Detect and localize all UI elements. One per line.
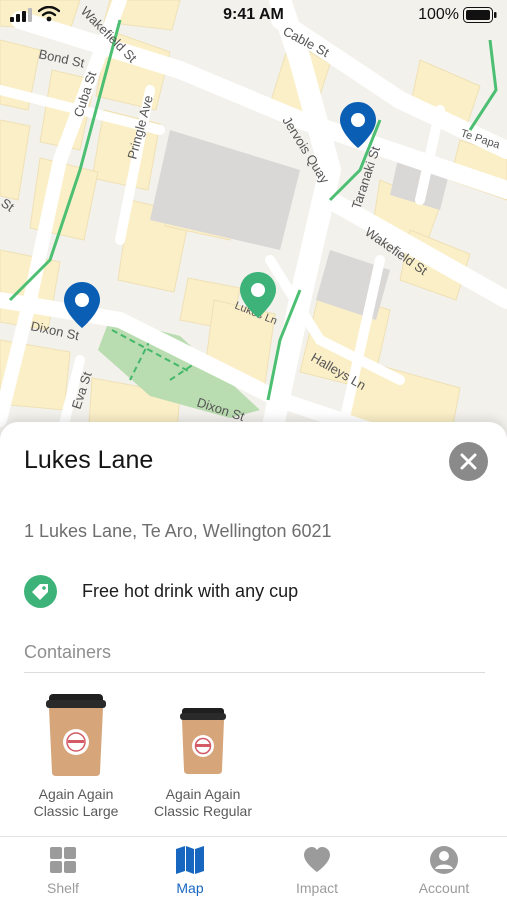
tab-bar: Shelf Map Impact Account xyxy=(0,836,507,900)
tab-label: Shelf xyxy=(47,880,79,896)
map-icon xyxy=(176,846,204,874)
battery-percentage: 100% xyxy=(418,6,459,23)
container-name: Again Again Classic Regular xyxy=(153,786,253,819)
location-address: 1 Lukes Lane, Te Aro, Wellington 6021 xyxy=(24,521,332,541)
battery-icon xyxy=(463,7,497,23)
tab-label: Impact xyxy=(295,880,338,896)
section-divider xyxy=(24,672,485,673)
container-item-classic-large[interactable]: Again Again Classic Large xyxy=(16,682,136,822)
tab-label: Map xyxy=(176,880,204,896)
location-detail-sheet: Lukes Lane 1 Lukes Lane, Te Aro, Welling… xyxy=(0,422,507,836)
container-item-classic-regular[interactable]: Again Again Classic Regular xyxy=(143,682,263,822)
close-icon xyxy=(460,453,477,470)
cup-image xyxy=(46,694,106,776)
map-view[interactable]: Bond St Wakefield St Cuba St Pringle Ave… xyxy=(0,0,507,440)
tag-icon xyxy=(24,575,57,608)
grid-icon xyxy=(50,847,76,873)
close-button[interactable] xyxy=(449,442,488,481)
heart-icon xyxy=(304,847,330,872)
person-icon xyxy=(430,846,458,874)
container-name: Again Again Classic Large xyxy=(33,786,119,819)
tab-label: Account xyxy=(418,880,470,896)
tab-shelf[interactable]: Shelf xyxy=(0,837,126,900)
tab-impact[interactable]: Impact xyxy=(254,837,380,900)
offer-text: Free hot drink with any cup xyxy=(82,581,299,601)
containers-heading: Containers xyxy=(24,642,112,662)
location-title: Lukes Lane xyxy=(24,446,154,474)
cup-image xyxy=(180,708,226,774)
status-bar: 9:41 AM 100% xyxy=(0,0,507,30)
tab-map[interactable]: Map xyxy=(127,837,253,900)
tab-account[interactable]: Account xyxy=(381,837,507,900)
